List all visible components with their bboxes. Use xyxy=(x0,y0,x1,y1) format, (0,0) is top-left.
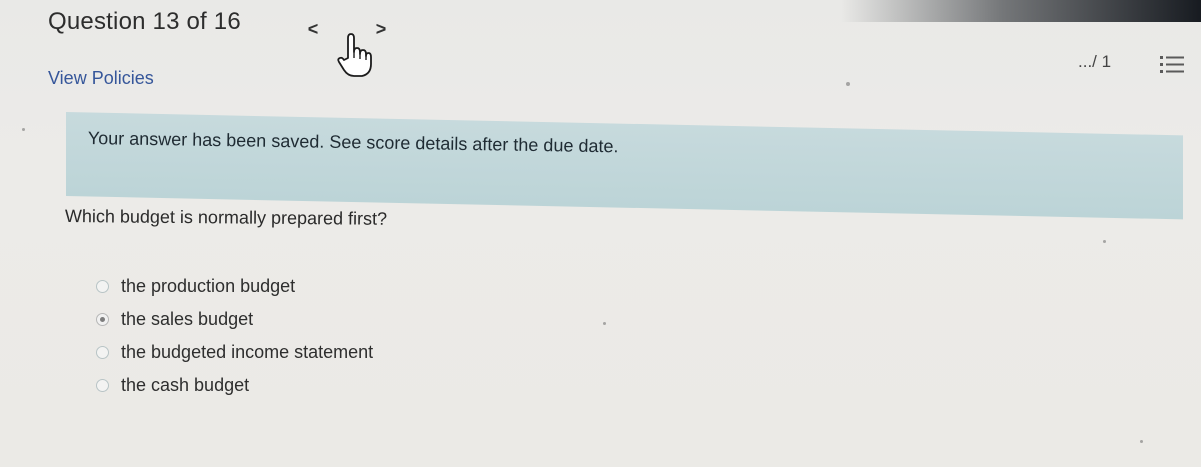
answer-option-budgeted-income-statement[interactable]: the budgeted income statement xyxy=(96,336,373,369)
hand-cursor-icon xyxy=(334,30,374,80)
answer-option-label: the production budget xyxy=(121,276,295,297)
answer-saved-banner xyxy=(66,112,1183,219)
answer-option-label: the sales budget xyxy=(121,309,253,330)
screen-dust xyxy=(1140,440,1143,443)
quiz-header: Question 13 of 16 < > View Policies .../… xyxy=(0,0,1201,100)
question-prompt: Which budget is normally prepared first? xyxy=(65,206,387,230)
screen-dust xyxy=(846,82,850,86)
previous-question-button[interactable]: < xyxy=(298,14,328,44)
view-policies-link[interactable]: View Policies xyxy=(48,68,154,89)
answer-option-sales-budget[interactable]: the sales budget xyxy=(96,303,373,336)
radio-button[interactable] xyxy=(96,379,109,392)
answer-option-label: the budgeted income statement xyxy=(121,342,373,363)
radio-button[interactable] xyxy=(96,280,109,293)
radio-button[interactable] xyxy=(96,346,109,359)
question-list-icon[interactable] xyxy=(1158,52,1186,78)
chevron-left-icon: < xyxy=(308,19,319,40)
radio-button-selected[interactable] xyxy=(96,313,109,326)
question-counter: Question 13 of 16 xyxy=(48,8,241,36)
answer-option-cash-budget[interactable]: the cash budget xyxy=(96,369,373,402)
screen-dust xyxy=(22,128,25,131)
screen-dust xyxy=(1103,240,1106,243)
answer-options: the production budget the sales budget t… xyxy=(96,270,373,402)
chevron-right-icon: > xyxy=(376,19,387,40)
answer-option-label: the cash budget xyxy=(121,375,249,396)
answer-option-production-budget[interactable]: the production budget xyxy=(96,270,373,303)
screen-dust xyxy=(603,322,606,325)
score-indicator: .../ 1 xyxy=(1078,52,1111,72)
